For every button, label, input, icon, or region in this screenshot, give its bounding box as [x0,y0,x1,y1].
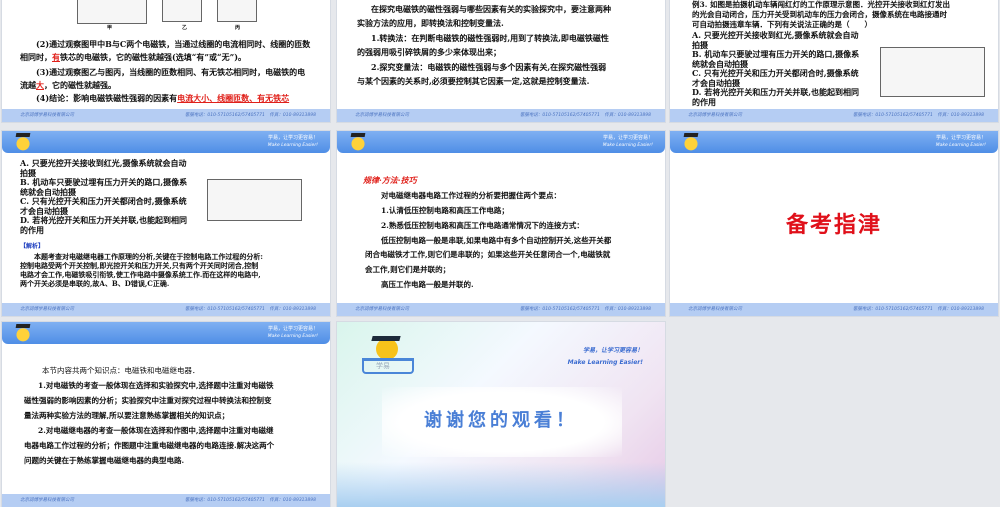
section-title: 备考指津 [785,212,882,238]
logo-icon [682,133,700,151]
text-line: 在探究电磁铁的磁性强弱与哪些因素有关的实验探究中，要注意两种 [371,4,611,14]
text-line: 会工作,则它们是并联的； [365,265,451,274]
slide-footer: 北京润博学易科技有限公司 客服电话：010-57105162/57405771 传… [670,109,998,122]
option-b: B. 机动车只要驶过埋有压力开关的路口,摄像系统就会自动拍摄 [20,177,188,197]
text-line: (3)通过观察图乙与图丙，当线圈的匝数相同、有无铁芯相同时，电磁铁的电 [36,67,306,77]
slide-header: 学易，让学习更容易！ Make Learning Easier! [2,322,330,344]
slide-footer: 北京润博学易科技有限公司 客服电话：010-57105162/57405771 传… [337,109,665,122]
slide-footer: 北京润博学易科技有限公司 客服电话：010-57105162/57405771 传… [2,303,330,316]
text-line: 1.对电磁铁的考查一般体现在选择和实验探究中,选择题中注重对电磁铁 [38,381,274,390]
text-line: 与某个因素的关系时,必须要控制其它因素一定,这就是控制变量法. [357,76,590,86]
circuit-figure-jia [77,0,147,24]
circuit-figure-bing [217,0,257,22]
answer-blank: 电流大小、线圈匝数、有无铁芯 [177,93,290,103]
text-line: 1.转换法：在判断电磁铁的磁性强弱时,用到了转换法,即电磁铁磁性 [371,33,609,43]
text-line: 2.对电磁继电器的考查一般体现在选择和作图中,选择题中注重对电磁继 [38,426,274,435]
text-line: 电器电路工作过程的分析；作图题中注重电磁继电器的电路连接.解决这两个 [24,441,275,450]
option-a: A. 只要光控开关接收到红光,摄像系统就会自动拍摄 [20,158,187,178]
slide-thumbnail-7[interactable]: 学易，让学习更容易！ Make Learning Easier! 本节内容共两个知… [2,322,330,507]
slide-thumbnail-4[interactable]: 学易，让学习更容易！ Make Learning Easier! A. 只要光控开… [2,131,330,316]
text-line: 相同时，有铁芯的电磁铁，它的磁性就越强(选填“有”或“无”)。 [20,52,246,62]
slide-footer: 北京润博学易科技有限公司 客服电话：010-57105162/57405771 传… [2,494,330,507]
slide-footer: 北京润博学易科技有限公司 客服电话：010-57105162/57405771 传… [670,303,998,316]
option-d: D. 若将光控开关和压力开关并联,也能起到相同的作用 [20,215,188,235]
slide-thumbnail-6[interactable]: 学易，让学习更容易！ Make Learning Easier! 备考指津 北京润… [670,131,998,316]
slide-footer: 北京润博学易科技有限公司 客服电话：010-57105162/57405771 传… [337,303,665,316]
slide-thumbnail-1[interactable]: 甲 乙 丙 (2)通过观察图甲中B与C两个电磁铁，当通过线圈的电流相同时、线圈的… [2,0,330,122]
text-line: 问题的关键在于熟练掌握电磁继电器的典型电路. [24,456,185,465]
answer-blank: 大 [36,80,44,90]
text-line: 磁性强弱的影响因素的分析；实验探究中注重对探究过程中转换法和控制变 [24,396,272,405]
slide-footer: 北京润博学易科技有限公司 客服电话：010-57105162/57405771 传… [2,109,330,122]
question-line: 可自动拍摄违章车辆．下列有关说法正确的是（ ） [692,20,872,29]
option-c: C. 只有光控开关和压力开关都闭合时,摄像系统才会自动拍摄 [20,196,187,216]
logo-icon [14,324,32,342]
slide-thumbnail-5[interactable]: 学易，让学习更容易！ Make Learning Easier! 规律·方法·技巧… [337,131,665,316]
slide-thumbnail-8[interactable]: 学易 学易，让学习更容易！ Make Learning Easier! 谢谢您的… [337,322,665,507]
analysis-label: 【解析】 [20,243,45,250]
figure-label: 乙 [182,25,188,31]
text-line: 控制电路受两个开关控制,即光控开关和压力开关,只有两个开关同时闭合,控制 [20,261,259,270]
question-line: 例3. 如图是拍摄机动车辆闯红灯的工作原理示意图．光控开关接收到红灯发出 [692,0,950,9]
text-line: 闭合电磁铁才工作,则它们是串联的；如果这些开关任意闭合一个,电磁铁就 [365,250,611,259]
text-line: 本节内容共两个知识点：电磁铁和电磁继电器． [42,366,200,375]
slide-header: 学易，让学习更容易！ Make Learning Easier! [337,131,665,153]
text-line: 的强弱用吸引碎铁屑的多少来体现出来； [357,47,501,57]
slide-thumbnail-2[interactable]: 在探究电磁铁的磁性强弱与哪些因素有关的实验探究中，要注意两种 实验方法的应用，即… [337,0,665,122]
circuit-figure-yi [162,0,202,22]
figure-label: 丙 [235,25,241,31]
text-line: 低压控制电路一般是串联,如果电路中有多个自动控制开关,这些开关都 [381,236,612,245]
text-line: 实验方法的应用，即转换法和控制变量法. [357,18,504,28]
figure-label: 甲 [107,25,113,31]
option-b: B. 机动车只要驶过埋有压力开关的路口,摄像系统就会自动拍摄 [692,49,860,69]
decorative-bottom [337,462,665,507]
text-line: (2)通过观察图甲中B与C两个电磁铁，当通过线圈的电流相同时、线圈的匝数 [36,39,311,49]
slogan-en: Make Learning Easier! [567,359,643,366]
slide-header: 学易，让学习更容易！ Make Learning Easier! [670,131,998,153]
text-line: 1.认清低压控制电路和高压工作电路； [381,206,509,215]
option-c: C. 只有光控开关和压力开关都闭合时,摄像系统才会自动拍摄 [692,68,859,88]
answer-blank: 有 [52,52,60,62]
text-line: 高压工作电路一般是并联的. [381,280,474,289]
section-title: 规律·方法·技巧 [363,175,417,185]
text-line: 两个开关必须是串联的,故A、B、D错误,C正确. [20,279,170,288]
logo-icon [14,133,32,151]
text-line: 电路才会工作,电磁铁吸引衔铁,使工作电路中摄像系统工作.而在这样的电路中, [20,270,261,279]
text-line: 2.熟悉低压控制电路和高压工作电路通常情况下的连接方式： [381,221,584,230]
text-line: 对电磁继电器电路工作过程的分析要把握住两个要点： [381,191,561,200]
circuit-diagram [207,179,302,221]
text-line: 本题考查对电磁继电器工作原理的分析,关键在于控制电路工作过程的分析: [20,252,264,261]
text-line: (4)结论：影响电磁铁磁性强弱的因素有电流大小、线圈匝数、有无铁芯 [36,93,290,103]
text-line: 量法两种实验方法的理解,所以要注意熟练掌握相关的知识点； [24,411,230,420]
question-line: 的光会自动闭合，压力开关受到机动车的压力会闭合，摄像系统在电路接通时 [692,10,947,19]
text-line: 2.探究变量法：电磁铁的磁性强弱与多个因素有关,在探究磁性强弱 [371,62,607,72]
option-d: D. 若将光控开关和压力开关并联,也能起到相同的作用 [692,87,860,107]
thank-you-title: 谢谢您的观看！ [424,410,578,431]
option-a: A. 只要光控开关接收到红光,摄像系统就会自动拍摄 [692,30,859,50]
text-line: 流越大，它的磁性就越强。 [20,80,116,90]
circuit-diagram [880,47,985,97]
logo-icon [349,133,367,151]
slide-thumbnail-3[interactable]: 例3. 如图是拍摄机动车辆闯红灯的工作原理示意图．光控开关接收到红灯发出 的光会… [670,0,998,122]
slide-header: 学易，让学习更容易！ Make Learning Easier! [2,131,330,153]
mascot-logo-icon: 学易 [362,334,414,374]
